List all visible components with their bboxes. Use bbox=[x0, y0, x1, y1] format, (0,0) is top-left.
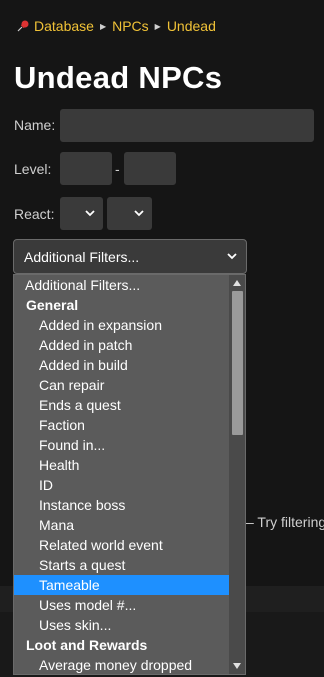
page-title: Undead NPCs bbox=[14, 60, 223, 95]
dropdown-option-additional-filters[interactable]: Additional Filters... bbox=[14, 275, 230, 295]
chevron-down-icon bbox=[85, 210, 95, 217]
additional-filters-dropdown[interactable]: Additional Filters... General Added in exp… bbox=[13, 274, 246, 675]
level-range-separator: - bbox=[115, 161, 120, 177]
breadcrumb-separator-icon: ▶ bbox=[99, 21, 107, 31]
dropdown-option-added-in-patch[interactable]: Added in patch bbox=[14, 335, 230, 355]
chevron-down-icon bbox=[227, 253, 237, 260]
breadcrumb-npcs[interactable]: NPCs bbox=[112, 18, 149, 34]
level-min-input[interactable] bbox=[60, 152, 112, 185]
react-label: React: bbox=[14, 206, 55, 222]
dropdown-option-added-in-expansion[interactable]: Added in expansion bbox=[14, 315, 230, 335]
level-max-input[interactable] bbox=[124, 152, 176, 185]
additional-filters-value: Additional Filters... bbox=[24, 248, 140, 265]
react-alliance-select[interactable] bbox=[60, 197, 103, 230]
dropdown-option-can-repair[interactable]: Can repair bbox=[14, 375, 230, 395]
chevron-down-icon bbox=[134, 210, 144, 217]
dropdown-option-faction[interactable]: Faction bbox=[14, 415, 230, 435]
breadcrumb-undead[interactable]: Undead bbox=[167, 18, 216, 34]
level-label: Level: bbox=[14, 161, 52, 177]
dropdown-options-list: Additional Filters... General Added in exp… bbox=[14, 275, 245, 674]
breadcrumb-database[interactable]: Database bbox=[34, 18, 94, 34]
breadcrumb: Database ▶ NPCs ▶ Undead bbox=[16, 18, 216, 34]
dropdown-option-average-money-dropped[interactable]: Average money dropped bbox=[14, 655, 230, 674]
dropdown-option-uses-model[interactable]: Uses model #... bbox=[14, 595, 230, 615]
dropdown-option-related-world-event[interactable]: Related world event bbox=[14, 535, 230, 555]
dropdown-option-tameable[interactable]: Tameable bbox=[14, 575, 230, 595]
additional-filters-select[interactable]: Additional Filters... bbox=[13, 239, 247, 274]
dropdown-option-id[interactable]: ID bbox=[14, 475, 230, 495]
results-hint-text: – Try filtering bbox=[246, 514, 324, 530]
dropdown-option-health[interactable]: Health bbox=[14, 455, 230, 475]
option-group-loot-and-rewards: Loot and Rewards bbox=[26, 637, 148, 653]
dropdown-option-starts-a-quest[interactable]: Starts a quest bbox=[14, 555, 230, 575]
dropdown-option-mana[interactable]: Mana bbox=[14, 515, 230, 535]
scrollbar-thumb[interactable] bbox=[232, 291, 243, 435]
pushpin-icon bbox=[17, 20, 29, 32]
scroll-up-arrow-icon[interactable] bbox=[233, 280, 241, 286]
name-label: Name: bbox=[14, 117, 56, 133]
dropdown-scrollbar[interactable] bbox=[229, 275, 245, 674]
name-input[interactable] bbox=[60, 109, 314, 142]
dropdown-option-uses-skin[interactable]: Uses skin... bbox=[14, 615, 230, 635]
react-horde-select[interactable] bbox=[107, 197, 152, 230]
breadcrumb-separator-icon: ▶ bbox=[154, 21, 161, 31]
dropdown-option-instance-boss[interactable]: Instance boss bbox=[14, 495, 230, 515]
option-group-general: General bbox=[26, 297, 79, 313]
scroll-down-arrow-icon[interactable] bbox=[233, 663, 241, 669]
dropdown-option-ends-a-quest[interactable]: Ends a quest bbox=[14, 395, 230, 415]
dropdown-option-added-in-build[interactable]: Added in build bbox=[14, 355, 230, 375]
dropdown-option-found-in[interactable]: Found in... bbox=[14, 435, 230, 455]
